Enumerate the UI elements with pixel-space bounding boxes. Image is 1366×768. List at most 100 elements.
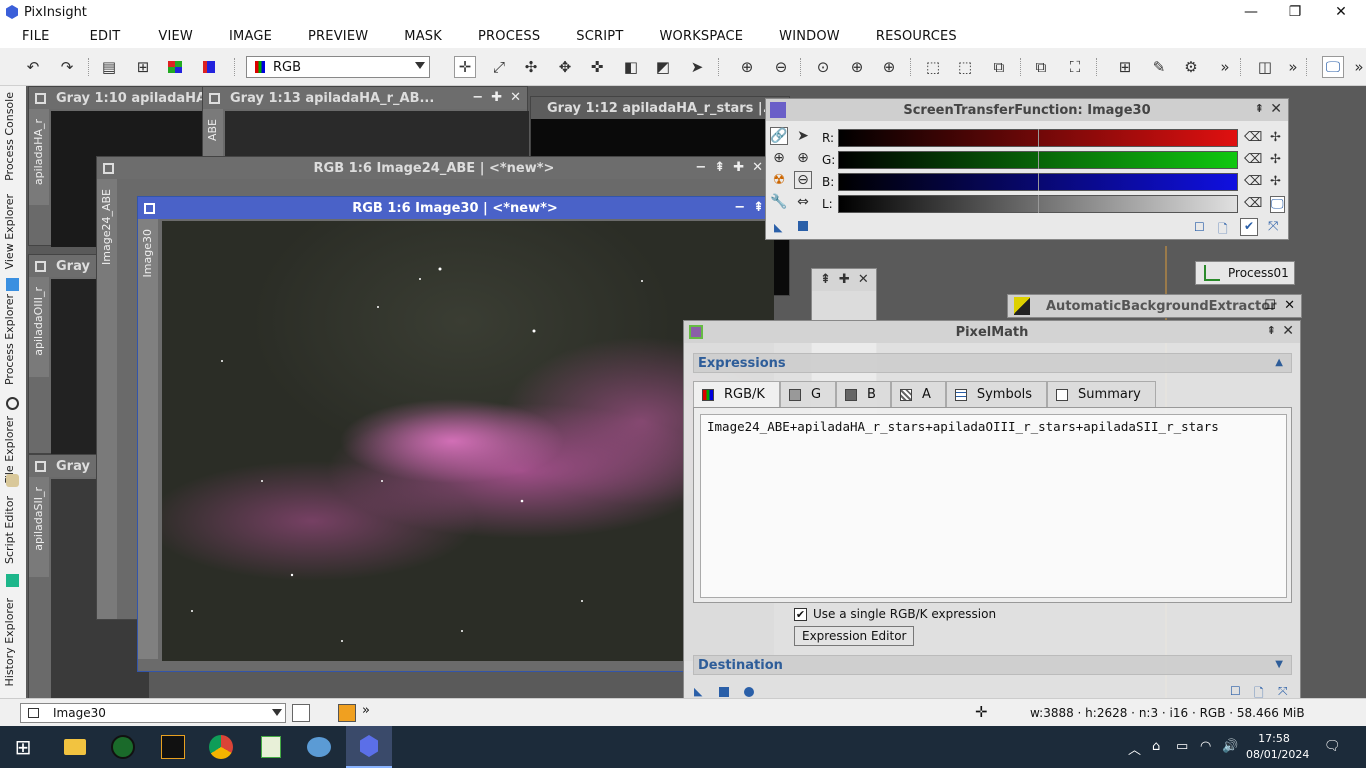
process01-icon[interactable]: Process01	[1195, 261, 1295, 285]
move-icon[interactable]: ✜	[586, 56, 608, 78]
mask-icon[interactable]	[338, 704, 356, 722]
crosshair-icon[interactable]: ✛	[454, 56, 476, 78]
chart-app-icon[interactable]	[256, 732, 286, 762]
zoom-2-icon[interactable]: ⊕	[846, 56, 868, 78]
document-icon[interactable]: 🗋	[1218, 220, 1228, 241]
view-selector[interactable]: Image30	[20, 703, 286, 723]
monitor-icon[interactable]: 🖵	[1270, 196, 1285, 213]
menu-file[interactable]: FILE	[14, 29, 58, 44]
abe-process-window[interactable]: AutomaticBackgroundExtractor ☐ ✕	[1007, 294, 1302, 318]
tab-symbols[interactable]: Symbols	[945, 381, 1048, 407]
color-mode-select[interactable]: RGB	[246, 56, 430, 78]
tab-a[interactable]: A	[890, 381, 946, 407]
expression-textarea[interactable]: Image24_ABE+apiladaHA_r_stars+apiladaOII…	[700, 414, 1287, 598]
edit-preview-icon[interactable]: ◩	[652, 56, 674, 78]
tab-process-explorer[interactable]: Process Explorer	[3, 294, 16, 385]
battery-icon[interactable]: ▭	[1176, 739, 1188, 754]
expressions-section-header[interactable]: Expressions ▲	[693, 353, 1292, 373]
more-tools-icon[interactable]: »	[1214, 56, 1236, 78]
window-icon[interactable]: ☐	[1230, 684, 1241, 698]
tab-history-explorer[interactable]: History Explorer	[3, 598, 16, 686]
volume-icon[interactable]: 🔊	[1222, 739, 1238, 754]
undo-icon[interactable]: ↶	[22, 56, 44, 78]
preview-icon[interactable]: ◧	[620, 56, 642, 78]
menu-mask[interactable]: MASK	[396, 29, 450, 44]
reset-icon[interactable]: ⤧	[1268, 219, 1278, 234]
taskbar-clock[interactable]: 17:58 08/01/2024	[1246, 731, 1309, 763]
readout-icon[interactable]: ✣	[520, 56, 542, 78]
menu-workspace[interactable]: WORKSPACE	[651, 29, 751, 44]
file-explorer-icon[interactable]	[60, 732, 90, 762]
expression-editor-button[interactable]: Expression Editor	[794, 626, 915, 646]
track-b-icon[interactable]: ✢	[1270, 174, 1281, 189]
restore-button[interactable]: ❐	[1272, 0, 1318, 24]
check-icon[interactable]: ✔	[1240, 218, 1258, 236]
pixelmath-close-button[interactable]: ✕	[1282, 323, 1294, 339]
menu-script[interactable]: SCRIPT	[568, 29, 631, 44]
reset-r-icon[interactable]: ⌫	[1244, 130, 1262, 145]
track-r-icon[interactable]: ✢	[1270, 130, 1281, 145]
single-expression-checkbox[interactable]: ✔	[794, 607, 807, 621]
zoom-1-1-icon[interactable]: ⊙	[812, 56, 834, 78]
menu-process[interactable]: PROCESS	[470, 29, 548, 44]
more-tools-2-icon[interactable]: »	[1282, 56, 1304, 78]
rgb-channels-icon[interactable]	[164, 56, 186, 78]
notifications-icon[interactable]: 🗨	[1324, 739, 1341, 754]
layout-icon[interactable]: ◫	[1254, 56, 1276, 78]
menu-preview[interactable]: PREVIEW	[300, 29, 376, 44]
redo-icon[interactable]: ↷	[56, 56, 78, 78]
new-instance-icon[interactable]: ◣	[774, 221, 782, 234]
shade-button[interactable]: ⇞	[1255, 102, 1264, 115]
destination-section-header[interactable]: Destination ▼	[693, 655, 1292, 675]
image-window-image30[interactable]: RGB 1:6 Image30 | <*new*> − ⇞ Image30	[137, 196, 774, 672]
select-all-icon[interactable]: ⬚	[922, 56, 944, 78]
close-button[interactable]: ✕	[1318, 0, 1364, 24]
menu-edit[interactable]: EDIT	[82, 29, 129, 44]
telescope-app-icon[interactable]	[158, 732, 188, 762]
more-icon[interactable]: »	[362, 703, 370, 718]
select-preview-icon[interactable]: ⬚	[954, 56, 976, 78]
pixinsight-taskbar-icon[interactable]	[346, 726, 392, 768]
monitor-icon[interactable]: 🖵	[1322, 56, 1344, 78]
wifi-icon[interactable]: ◠	[1200, 739, 1211, 754]
maximize-window-icon[interactable]: ⛶	[1064, 56, 1086, 78]
pan-icon[interactable]: ✥	[554, 56, 576, 78]
paint-icon[interactable]	[304, 732, 334, 762]
track-g-icon[interactable]: ✢	[1270, 152, 1281, 167]
window-fit-icon[interactable]: ⧉	[988, 56, 1010, 78]
tab-summary[interactable]: Summary	[1047, 381, 1156, 407]
tab-g[interactable]: G	[779, 381, 837, 407]
zoom-in-icon[interactable]: ⊕	[736, 56, 758, 78]
edit-process-icon[interactable]: ✎	[1148, 56, 1170, 78]
tab-b[interactable]: B	[836, 381, 891, 407]
zoom-out-icon[interactable]: ⊖	[770, 56, 792, 78]
zoom-fit-icon[interactable]: ⤢	[488, 56, 510, 78]
pixelmath-panel[interactable]: PixelMath ⇞ ✕ Expressions ▲ RGB/K G B A …	[683, 320, 1301, 704]
reset-b-icon[interactable]: ⌫	[1244, 174, 1262, 189]
windows-start-icon[interactable]: ⊞	[8, 732, 38, 762]
window-icon[interactable]: ☐	[1194, 220, 1205, 234]
menu-resources[interactable]: RESOURCES	[868, 29, 965, 44]
tab-view-explorer[interactable]: View Explorer	[3, 194, 16, 269]
zoom-3-icon[interactable]: ⊕	[878, 56, 900, 78]
menu-window[interactable]: WINDOW	[771, 29, 848, 44]
apply-global-icon[interactable]	[719, 687, 729, 697]
minimize-button[interactable]: —	[1228, 0, 1274, 24]
restore-window-icon[interactable]: ⧉	[1030, 56, 1052, 78]
tab-rgbk[interactable]: RGB/K	[693, 381, 780, 407]
pointer-icon[interactable]: ➤	[686, 56, 708, 78]
menu-image[interactable]: IMAGE	[221, 29, 280, 44]
tab-script-editor[interactable]: Script Editor	[3, 496, 16, 564]
menu-view[interactable]: VIEW	[150, 29, 201, 44]
channel-split-icon[interactable]	[198, 56, 220, 78]
apply-global-icon[interactable]	[798, 221, 808, 231]
new-instance-icon[interactable]: ◣	[694, 685, 702, 698]
more-tools-3-icon[interactable]: »	[1348, 56, 1366, 78]
execute-icon[interactable]	[744, 687, 754, 697]
new-image-icon[interactable]: ⊞	[132, 56, 154, 78]
image-info-icon[interactable]: ▤	[98, 56, 120, 78]
single-expression-option[interactable]: ✔ Use a single RGB/K expression	[794, 607, 996, 621]
tray-chevron-icon[interactable]: ︿	[1128, 739, 1141, 758]
chrome-icon[interactable]	[206, 732, 236, 762]
stf-panel[interactable]: ScreenTransferFunction: Image30 ⇞ ✕ 🔗 ➤ …	[765, 98, 1289, 240]
